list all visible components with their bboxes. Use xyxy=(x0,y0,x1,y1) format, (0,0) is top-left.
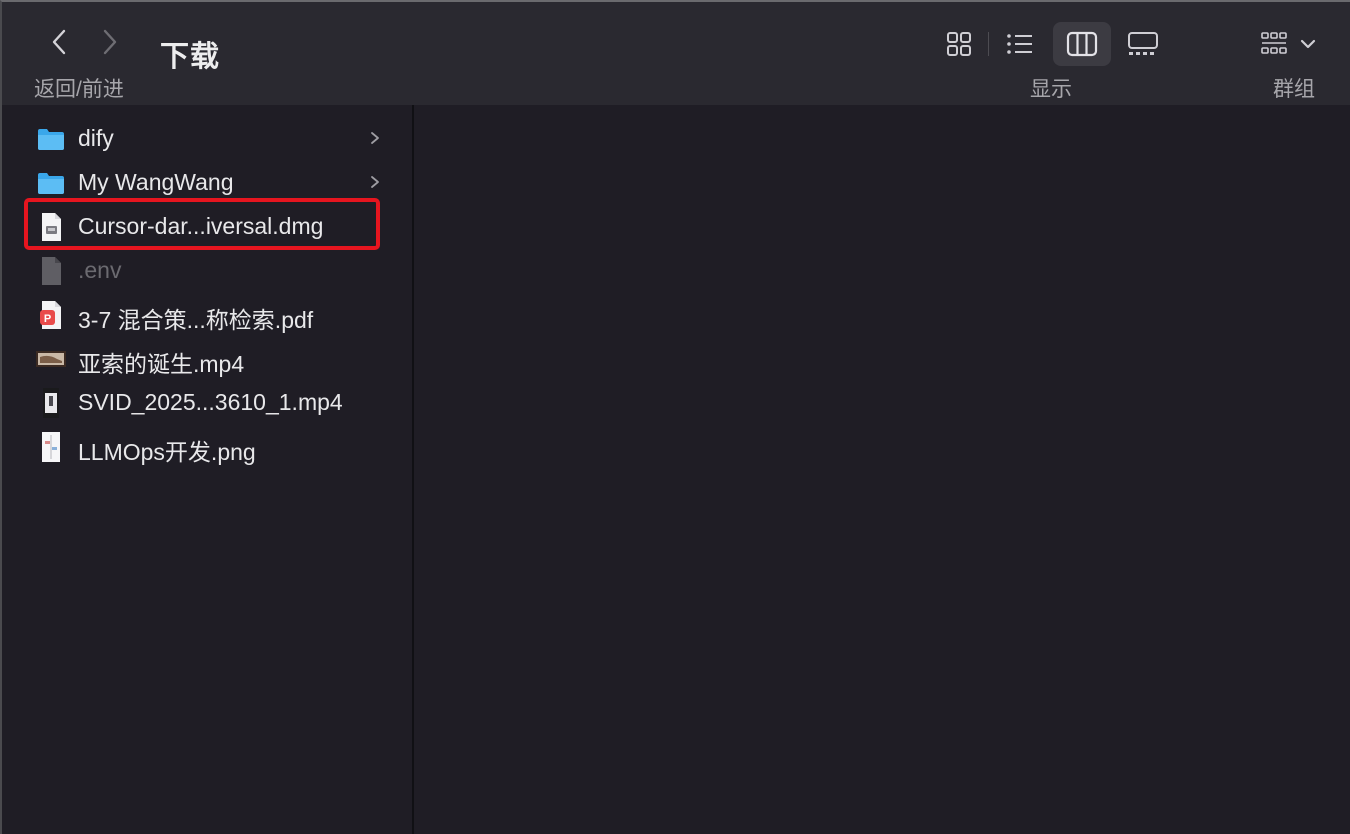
list-view-button[interactable] xyxy=(991,22,1049,66)
toolbar: 下载 返回/前进 显示 群组 xyxy=(2,2,1350,106)
svg-text:P: P xyxy=(44,313,51,325)
list-item-pdf[interactable]: P 3-7 混合策...称检索.pdf xyxy=(2,292,410,336)
file-name: SVID_2025...3610_1.mp4 xyxy=(78,389,343,415)
column-view-button[interactable] xyxy=(1053,22,1111,66)
file-name: 亚索的诞生.mp4 xyxy=(78,351,245,377)
view-label: 显示 xyxy=(1030,78,1072,101)
list-item-svid[interactable]: SVID_2025...3610_1.mp4 xyxy=(2,380,410,424)
image-thumbnail-icon xyxy=(35,432,67,462)
pdf-file-icon: P xyxy=(35,300,67,330)
back-button[interactable] xyxy=(44,26,74,58)
list-item-png[interactable]: LLMOps开发.png xyxy=(2,424,410,468)
gallery-icon xyxy=(1128,32,1158,55)
file-name: dify xyxy=(78,125,114,151)
gallery-view-button[interactable] xyxy=(1114,22,1172,66)
chevron-right-icon xyxy=(371,176,379,188)
nav-label: 返回/前进 xyxy=(34,78,124,101)
highlight-annotation xyxy=(24,198,380,250)
grid-icon xyxy=(947,32,971,56)
video-thumbnail-icon xyxy=(35,388,67,418)
icon-view-button[interactable] xyxy=(930,22,988,66)
chevron-right-icon xyxy=(103,29,117,55)
list-item-dify[interactable]: dify xyxy=(2,116,410,160)
preview-column xyxy=(414,105,1350,834)
list-item-env[interactable]: .env xyxy=(2,248,410,292)
finder-window: 下载 返回/前进 显示 群组 dify My WangWang Cursor-d… xyxy=(0,0,1350,834)
hidden-file-icon xyxy=(35,256,67,286)
toolbar-divider xyxy=(988,32,989,56)
chevron-right-icon xyxy=(371,132,379,144)
list-icon xyxy=(1007,34,1032,54)
group-grid-icon xyxy=(1261,32,1287,54)
file-name: My WangWang xyxy=(78,169,234,195)
window-title: 下载 xyxy=(160,41,221,73)
chevron-down-icon xyxy=(1300,39,1316,49)
folder-icon xyxy=(35,168,67,198)
group-label: 群组 xyxy=(1273,78,1315,101)
file-name: 3-7 混合策...称检索.pdf xyxy=(78,307,314,333)
file-name: .env xyxy=(78,257,122,283)
list-item-mp4[interactable]: 亚索的诞生.mp4 xyxy=(2,336,410,380)
group-button[interactable] xyxy=(1260,22,1336,66)
forward-button[interactable] xyxy=(95,26,125,58)
video-thumbnail-icon xyxy=(35,344,67,374)
folder-icon xyxy=(35,124,67,154)
chevron-left-icon xyxy=(52,29,66,55)
file-name: LLMOps开发.png xyxy=(78,439,256,465)
columns-icon xyxy=(1066,31,1098,57)
